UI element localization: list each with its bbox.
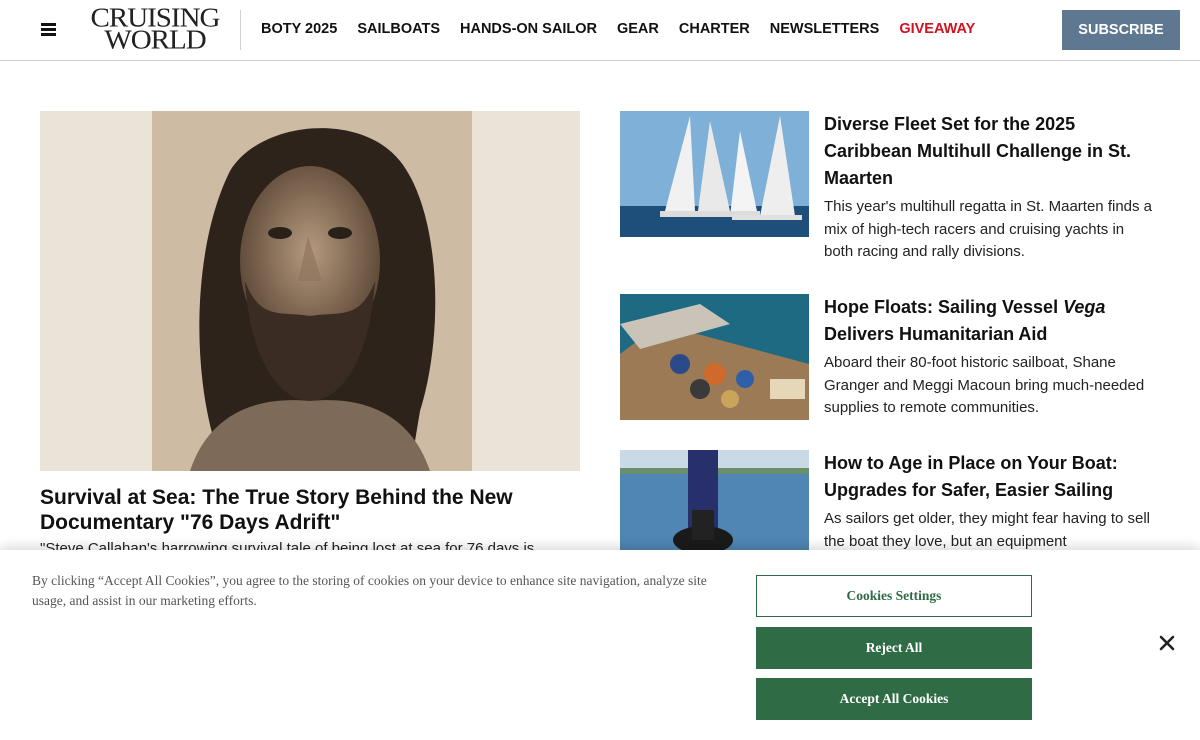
racing-sailboats-photo	[620, 111, 809, 237]
nav-giveaway[interactable]: GIVEAWAY	[899, 21, 975, 37]
article-2-title[interactable]: Hope Floats: Sailing Vessel Vega Deliver…	[824, 294, 1154, 348]
article-2-title-vessel-name: Vega	[1063, 297, 1106, 317]
article-1-excerpt: This year's multihull regatta in St. Maa…	[824, 198, 1153, 260]
subscribe-button[interactable]: SUBSCRIBE	[1062, 10, 1180, 50]
nav-hands-on-sailor[interactable]: HANDS-ON SAILOR	[460, 21, 597, 37]
nav-charter[interactable]: CHARTER	[679, 21, 750, 37]
sailboat-winch-photo	[620, 450, 809, 550]
article-1-title[interactable]: Diverse Fleet Set for the 2025 Caribbean…	[824, 111, 1154, 192]
article-2-title-end: Delivers Humanitarian Aid	[824, 324, 1048, 344]
site-logo[interactable]: CRUISING WORLD	[83, 4, 227, 56]
nav-gear[interactable]: GEAR	[617, 21, 659, 37]
article-3-title[interactable]: How to Age in Place on Your Boat: Upgrad…	[824, 450, 1154, 504]
main-nav: BOTY 2025 SAILBOATS HANDS-ON SAILOR GEAR…	[261, 21, 975, 37]
nav-boty-2025[interactable]: BOTY 2025	[261, 21, 337, 37]
article-3-excerpt: As sailors get older, they might fear ha…	[824, 510, 1151, 550]
bearded-man-portrait-photo	[40, 111, 580, 471]
nav-newsletters[interactable]: NEWSLETTERS	[770, 21, 880, 37]
site-header: CRUISING WORLD BOTY 2025 SAILBOATS HANDS…	[0, 0, 1200, 61]
hamburger-menu-icon[interactable]	[41, 23, 56, 36]
cookies-settings-button[interactable]: Cookies Settings	[756, 575, 1032, 617]
article-2-title-start: Hope Floats: Sailing Vessel	[824, 297, 1064, 317]
nav-sailboats[interactable]: SAILBOATS	[357, 21, 440, 37]
logo-line-2: WORLD	[104, 24, 206, 56]
logo-divider	[240, 10, 241, 50]
aerial-sailboat-deck-cargo-photo	[620, 294, 809, 420]
reject-all-button[interactable]: Reject All	[756, 627, 1032, 669]
hero-image[interactable]	[40, 111, 580, 471]
article-2-excerpt: Aboard their 80-foot historic sailboat, …	[824, 354, 1145, 416]
cookie-banner: By clicking “Accept All Cookies”, you ag…	[0, 550, 1200, 740]
hero-article-title[interactable]: Survival at Sea: The True Story Behind t…	[40, 485, 580, 535]
article-2-image[interactable]	[620, 294, 809, 420]
article-1-image[interactable]	[620, 111, 809, 237]
cookie-banner-text: By clicking “Accept All Cookies”, you ag…	[32, 573, 707, 608]
close-icon[interactable]	[1158, 634, 1176, 652]
accept-all-cookies-button[interactable]: Accept All Cookies	[756, 678, 1032, 720]
article-3-image[interactable]	[620, 450, 809, 550]
